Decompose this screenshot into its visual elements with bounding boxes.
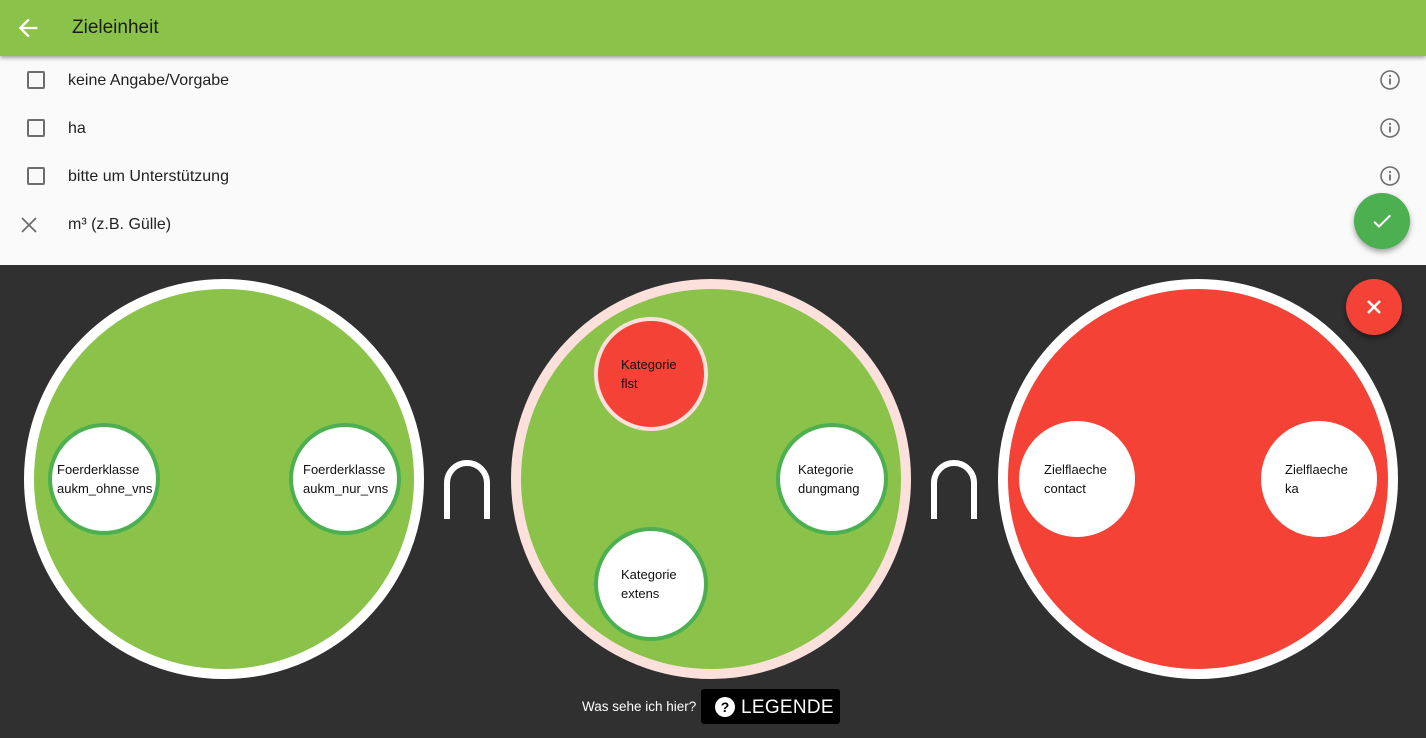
item-line1: Zielflaeche [1285,462,1348,477]
set-item[interactable]: Foerderklasse aukm_nur_vns [289,423,401,535]
item-line1: Kategorie [621,567,677,582]
intersection-icon [444,460,490,519]
option-label: bitte um Unterstützung [68,168,229,185]
legend-button[interactable]: ? LEGENDE [701,689,840,724]
item-line2: contact [1044,481,1086,496]
intersection-icon [931,460,977,519]
set-item[interactable]: Zielflaeche ka [1261,421,1377,537]
item-line2: extens [621,586,660,601]
item-line1: Zielflaeche [1044,462,1107,477]
item-line2: dungmang [798,481,860,496]
set-diagram-panel: Foerderklasse aukm_ohne_vns Foerderklass… [0,265,1426,738]
item-line2: aukm_ohne_vns [57,481,153,496]
set-item[interactable]: Kategorie extens [594,527,708,641]
option-label: keine Angabe/Vorgabe [68,72,230,89]
set-item[interactable]: Foerderklasse aukm_ohne_vns [48,423,160,535]
checkbox[interactable] [27,119,45,137]
item-line2: ka [1285,481,1299,496]
info-icon[interactable] [1379,165,1401,187]
help-circle-icon: ? [715,697,735,717]
info-icon[interactable] [1379,117,1401,139]
svg-text:?: ? [721,699,730,715]
set-item-selected[interactable]: Kategorie flst [594,317,708,431]
option-label: ha [68,120,86,137]
info-icon[interactable] [1379,69,1401,91]
option-row[interactable]: keine Angabe/Vorgabe [0,56,1426,104]
unit-options-list: keine Angabe/Vorgabe ha bitte um Unterst… [0,56,1426,265]
app-bar: Zieleinheit [0,0,1426,56]
legend-button-label: LEGENDE [741,697,834,718]
checkbox[interactable] [27,71,45,89]
item-line1: Kategorie [621,357,677,372]
item-line2: flst [621,376,638,391]
option-label: m³ (z.B. Gülle) [68,216,172,233]
option-row[interactable]: bitte um Unterstützung [0,152,1426,200]
set-item[interactable]: Kategorie dungmang [776,423,888,535]
option-row[interactable]: ha [0,104,1426,152]
checkbox[interactable] [27,167,45,185]
option-row[interactable]: m³ (z.B. Gülle) [0,200,1426,248]
item-line1: Foerderklasse [303,462,386,477]
set-item[interactable]: Zielflaeche contact [1019,421,1135,537]
check-icon [1373,214,1391,228]
item-line1: Kategorie [798,462,854,477]
arrow-back-icon[interactable] [14,14,42,42]
confirm-button[interactable] [1354,193,1410,249]
close-icon [1367,300,1381,314]
legend-question: Was sehe ich hier? [582,699,697,714]
item-line1: Foerderklasse [57,462,140,477]
item-line2: aukm_nur_vns [303,481,389,496]
close-button[interactable] [1346,279,1402,335]
page-title: Zieleinheit [72,17,159,38]
